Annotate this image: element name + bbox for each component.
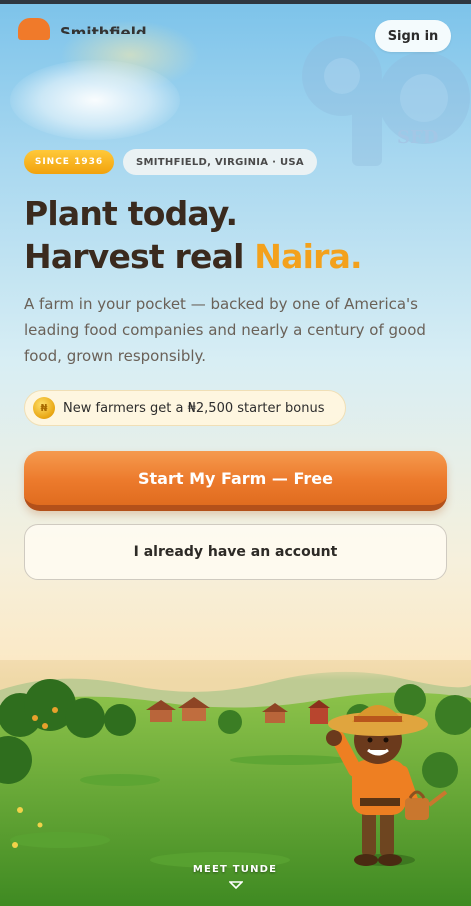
watermark-text: SFD [397, 127, 438, 148]
existing-account-button[interactable]: I already have an account [24, 524, 447, 580]
brand-name: Smithfield [60, 24, 147, 34]
cloud-glow [10, 60, 180, 140]
sign-in-button[interactable]: Sign in [375, 20, 451, 52]
hero-headline: Plant today. Harvest real Naira. [24, 192, 464, 278]
status-bar [0, 0, 471, 4]
chevron-down-icon[interactable] [229, 880, 243, 890]
meet-tunde-label[interactable]: MEET TUNDE [170, 864, 300, 875]
logo-mark-icon [18, 18, 50, 40]
coin-icon: ₦ [33, 397, 55, 419]
headline-line-2: Harvest real [24, 237, 255, 276]
headline-line-1: Plant today. [24, 194, 238, 233]
brand-logo[interactable]: Smithfield [18, 18, 147, 40]
starter-bonus-pill: ₦ New farmers get a ₦2,500 starter bonus [24, 390, 346, 426]
location-badge: SMITHFIELD, VIRGINIA · USA [123, 149, 317, 175]
hero-subtext: A farm in your pocket — backed by one of… [24, 295, 426, 365]
headline-accent: Naira. [254, 237, 362, 276]
start-farm-button[interactable]: Start My Farm — Free [24, 451, 447, 511]
since-badge: SINCE 1936 [24, 150, 114, 174]
bonus-text: New farmers get a ₦2,500 starter bonus [63, 400, 325, 416]
